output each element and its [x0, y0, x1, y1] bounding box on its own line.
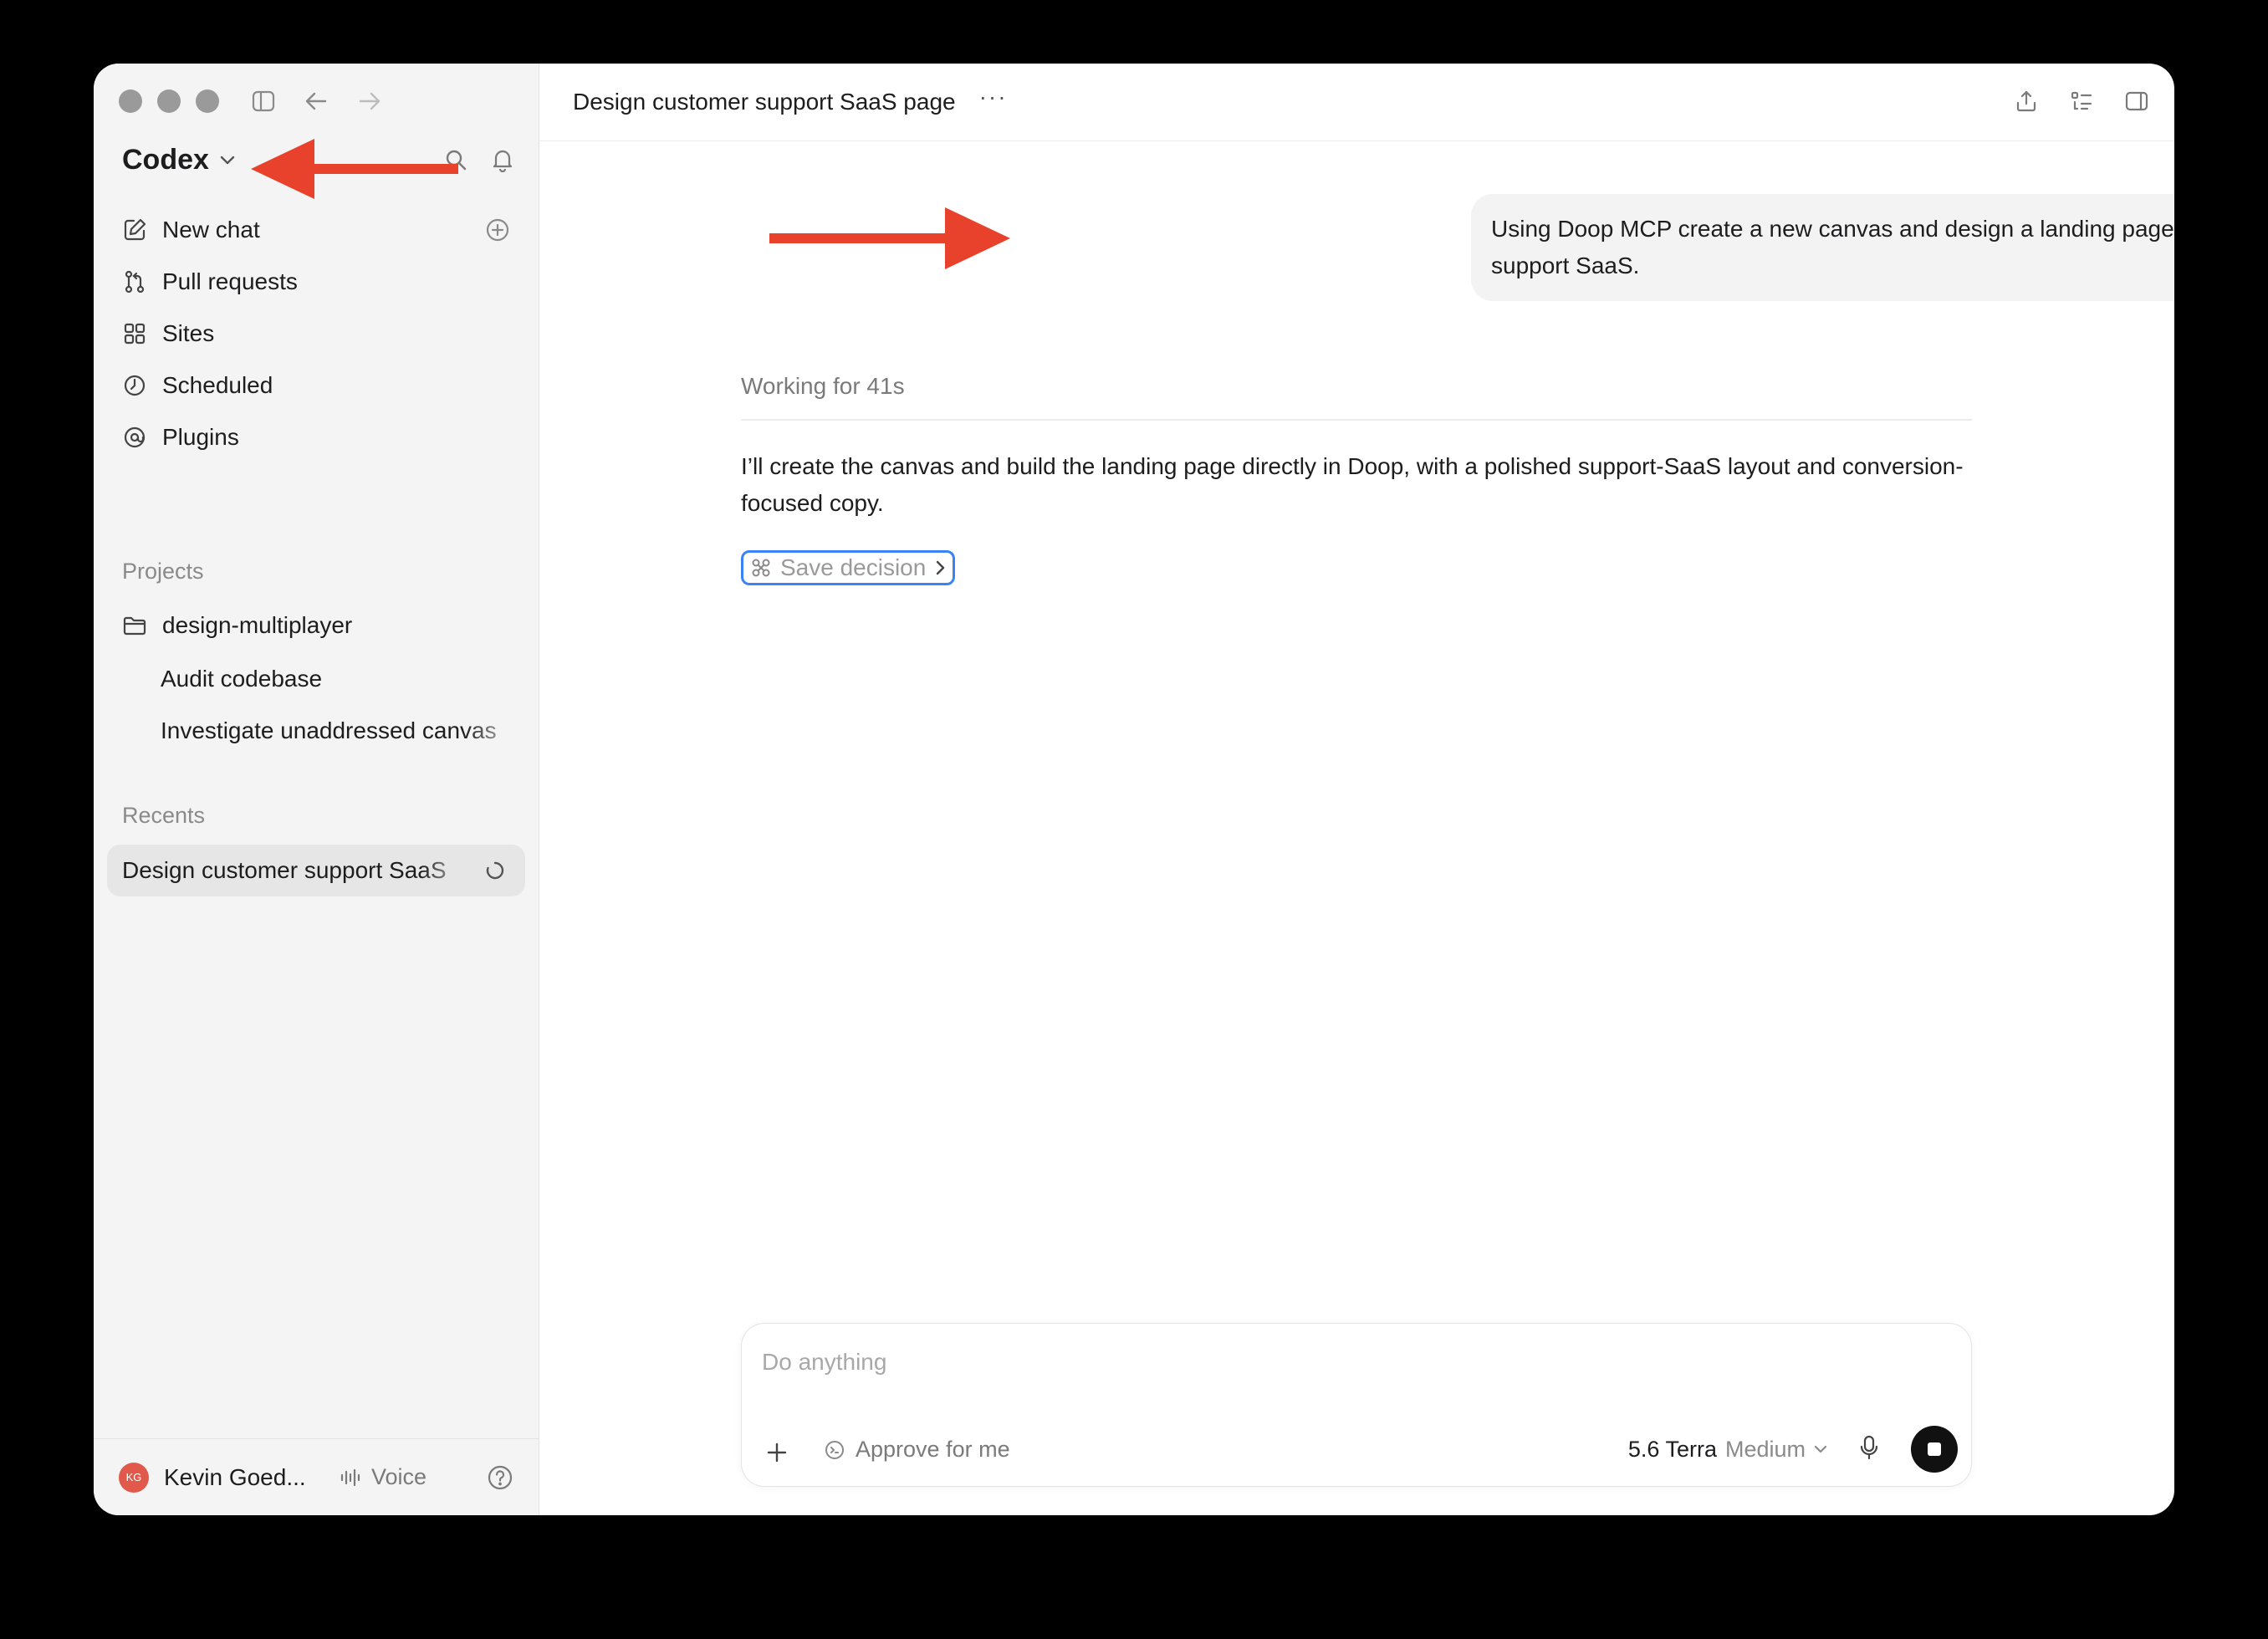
voice-button[interactable]: Voice [340, 1464, 427, 1490]
sidebar-item-pull-requests[interactable]: Pull requests [107, 256, 525, 308]
compose-icon [124, 218, 146, 241]
chat-pane: Design customer support SaaS page ··· Us… [539, 64, 2174, 1515]
more-options-button[interactable]: ··· [979, 85, 1008, 109]
sites-icon [124, 323, 146, 345]
project-thread-investigate-canvas[interactable]: Investigate unaddressed canvas [122, 717, 525, 744]
sidebar-item-label: Sites [162, 320, 215, 346]
sidebar-item-label: New chat [162, 217, 260, 243]
task-list-icon[interactable] [2069, 89, 2094, 114]
status-divider [741, 419, 1972, 421]
toggle-sidebar-icon[interactable] [249, 87, 278, 115]
chevron-down-icon [220, 156, 235, 164]
project-thread-audit-codebase[interactable]: Audit codebase [122, 666, 525, 692]
command-key-icon [752, 559, 770, 577]
plus-icon[interactable] [765, 1441, 789, 1464]
sidebar-item-scheduled[interactable]: Scheduled [107, 360, 525, 411]
recent-chat-active[interactable]: Design customer support SaaS [107, 845, 525, 896]
recents-section-label: Recents [122, 803, 206, 828]
zoom-window-button[interactable] [196, 89, 219, 113]
close-window-button[interactable] [119, 89, 142, 113]
bell-icon[interactable] [490, 147, 515, 172]
scroll-fade-text [122, 1413, 510, 1432]
sidebar-footer: KG Kevin Goed... Voice [94, 1438, 539, 1515]
sidebar-item-label: Scheduled [162, 372, 273, 398]
projects-section-label: Projects [122, 559, 204, 584]
thread-label: Audit codebase [161, 666, 323, 692]
microphone-icon[interactable] [1857, 1434, 1881, 1461]
save-decision-label: Save decision [780, 554, 927, 580]
user-name[interactable]: Kevin Goed... [164, 1464, 311, 1491]
approve-label: Approve for me [856, 1437, 1010, 1462]
workspace-switcher[interactable]: Codex [122, 144, 236, 176]
add-circle-icon[interactable] [485, 217, 510, 243]
voice-label: Voice [371, 1464, 427, 1489]
thread-label: Investigate unaddressed canvas [161, 717, 497, 743]
workspace-title: Codex [122, 144, 209, 176]
assistant-message: I’ll create the canvas and build the lan… [741, 453, 1964, 516]
working-status[interactable]: Working for 41s [741, 373, 1972, 400]
minimize-window-button[interactable] [157, 89, 181, 113]
prompt-input[interactable] [762, 1349, 1849, 1376]
project-design-multiplayer[interactable]: design-multiplayer [122, 612, 525, 639]
chat-header: Design customer support SaaS page ··· [539, 64, 2174, 141]
avatar[interactable]: KG [119, 1462, 149, 1493]
app-window: Codex New chat Pull requests Sites Sched… [94, 64, 2174, 1515]
plugin-icon [124, 426, 146, 448]
project-label: design-multiplayer [162, 612, 353, 638]
save-decision-button[interactable]: Save decision [741, 550, 956, 585]
header-actions [2014, 89, 2149, 114]
pull-request-icon [125, 270, 145, 294]
forward-arrow-icon[interactable] [355, 87, 384, 115]
sidebar-item-label: Plugins [162, 424, 239, 450]
chat-title: Design customer support SaaS page [573, 89, 956, 115]
sidebar-item-plugins[interactable]: Plugins [107, 411, 525, 463]
share-icon[interactable] [2014, 89, 2039, 114]
waveform-icon [340, 1468, 360, 1486]
chevron-down-icon [1814, 1445, 1827, 1453]
window-controls [119, 89, 219, 113]
sidebar-nav: New chat Pull requests Sites Scheduled P… [107, 204, 525, 463]
folder-icon [123, 616, 146, 636]
auto-approve-icon [825, 1440, 844, 1459]
sidebar-item-new-chat[interactable]: New chat [107, 204, 525, 256]
stop-button[interactable] [1911, 1426, 1958, 1473]
toggle-panel-icon[interactable] [2124, 89, 2149, 114]
sidebar-item-sites[interactable]: Sites [107, 308, 525, 360]
chevron-right-icon [937, 560, 945, 575]
clock-icon [124, 375, 146, 396]
loading-spinner-icon [486, 861, 504, 880]
recent-chat-label: Design customer support SaaS [122, 857, 447, 883]
model-effort: Medium [1724, 1437, 1806, 1462]
model-selector[interactable]: 5.6 Terra Medium [1628, 1437, 1829, 1463]
sidebar-item-label: Pull requests [162, 268, 298, 294]
annotation-arrow-left-icon [251, 139, 458, 199]
composer: Approve for me 5.6 Terra Medium [741, 1323, 1972, 1487]
help-icon[interactable] [487, 1464, 513, 1491]
model-name: 5.6 Terra [1627, 1437, 1717, 1462]
sidebar: Codex New chat Pull requests Sites Sched… [94, 64, 539, 1515]
stop-icon [1928, 1442, 1941, 1456]
user-message-bubble: Using Doop MCP create a new canvas and d… [1471, 194, 2174, 301]
back-arrow-icon[interactable] [302, 87, 330, 115]
approve-for-me-toggle[interactable]: Approve for me [824, 1437, 1010, 1463]
annotation-arrow-right-icon [769, 207, 1010, 269]
